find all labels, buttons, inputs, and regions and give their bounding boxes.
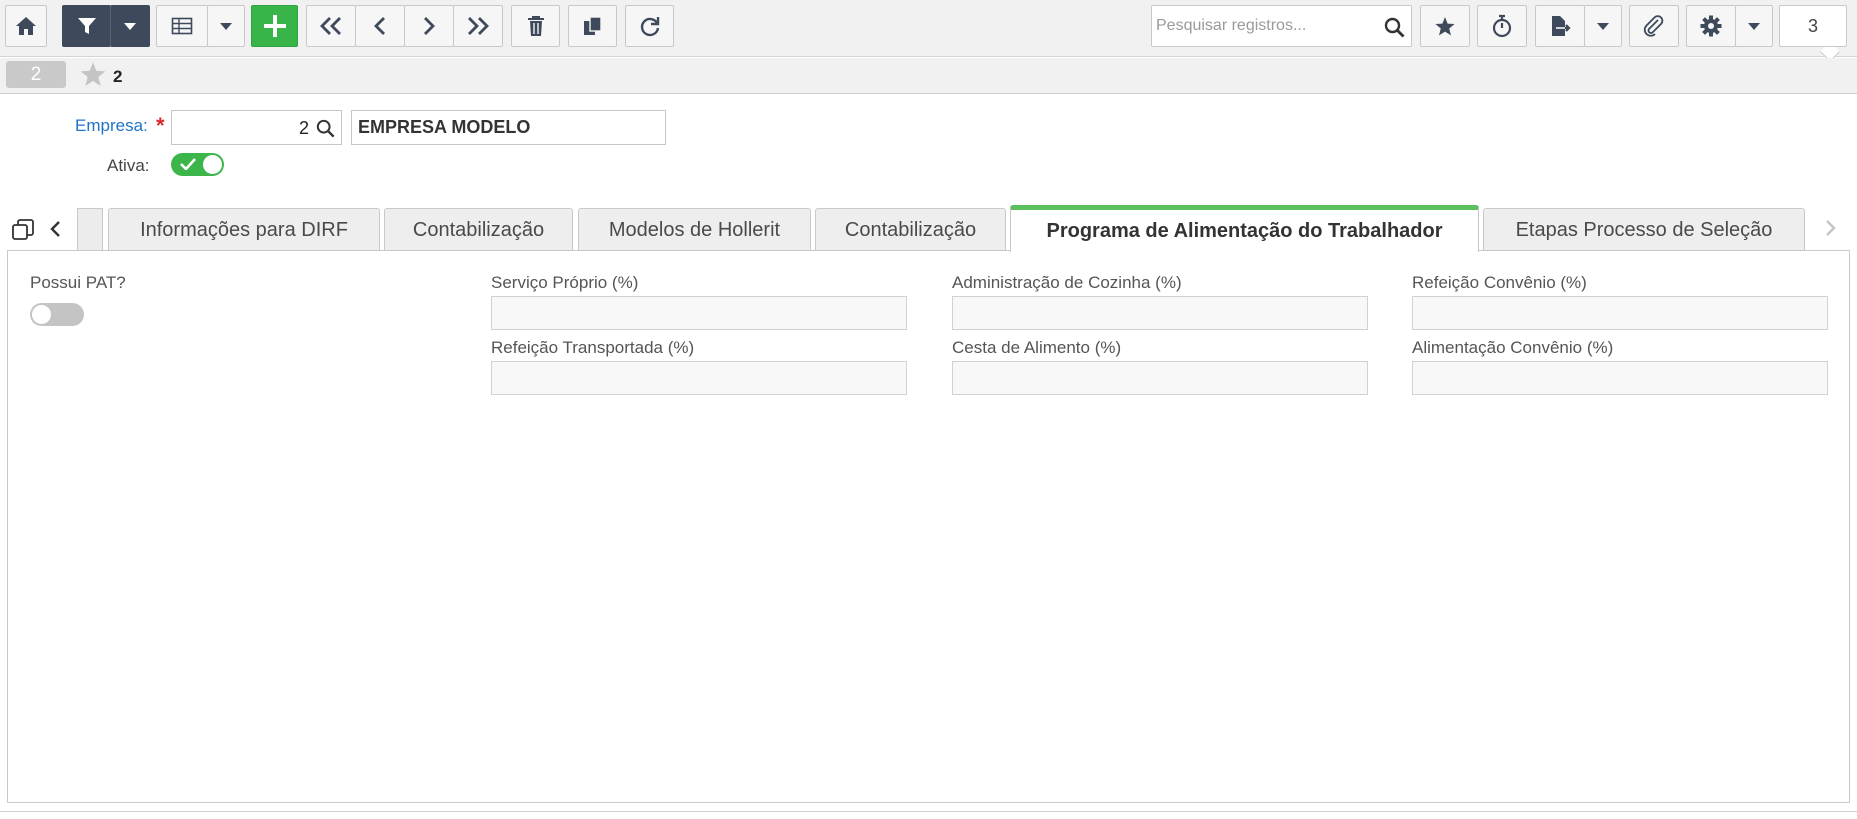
- cesta-alimento-input[interactable]: [952, 361, 1368, 395]
- tab-bar: Informações para DIRF Contabilização Mod…: [0, 205, 1857, 252]
- refeicao-convenio-input[interactable]: [1412, 296, 1828, 330]
- tab-etapas-processo-selecao[interactable]: Etapas Processo de Seleção: [1483, 208, 1805, 251]
- copy-button[interactable]: [568, 5, 617, 47]
- paperclip-icon: [1643, 15, 1664, 37]
- ativa-toggle[interactable]: [171, 153, 224, 176]
- administracao-cozinha-input[interactable]: [952, 296, 1368, 330]
- alimentacao-convenio-input[interactable]: [1412, 361, 1828, 395]
- caret-down-icon: [1748, 22, 1760, 30]
- first-record-button[interactable]: [306, 5, 356, 47]
- chevron-right-icon: [424, 17, 435, 35]
- filter-button[interactable]: [62, 5, 111, 47]
- plus-icon: [263, 15, 286, 37]
- record-strip: 2 2: [0, 58, 1857, 94]
- possui-pat-toggle[interactable]: [30, 303, 84, 326]
- chevron-right-icon[interactable]: [1825, 219, 1837, 237]
- star-icon[interactable]: [79, 61, 107, 88]
- delete-button[interactable]: [511, 5, 560, 47]
- toggle-knob: [32, 305, 51, 324]
- copy-icon: [583, 16, 602, 35]
- duplicate-tabs-icon[interactable]: [11, 218, 35, 242]
- toggle-knob: [203, 155, 222, 174]
- file-export-icon: [1552, 16, 1571, 36]
- timer-button[interactable]: [1477, 5, 1527, 47]
- notification-count[interactable]: 3: [1779, 5, 1847, 47]
- search-icon[interactable]: [316, 119, 335, 138]
- settings-button[interactable]: [1686, 5, 1736, 47]
- possui-pat-label: Possui PAT?: [30, 273, 126, 292]
- chevron-left-icon[interactable]: [49, 220, 61, 238]
- pat-panel: Possui PAT? Serviço Próprio (%) Administ…: [7, 250, 1850, 803]
- stopwatch-icon: [1492, 14, 1512, 38]
- empresa-name-field: EMPRESA MODELO: [351, 110, 666, 145]
- last-record-button[interactable]: [453, 5, 503, 47]
- search-icon[interactable]: [1384, 17, 1405, 38]
- refeicao-transportada-label: Refeição Transportada (%): [491, 338, 695, 357]
- export-dropdown-button[interactable]: [1584, 5, 1622, 47]
- administracao-cozinha-label: Administração de Cozinha (%): [952, 273, 1182, 292]
- next-record-button[interactable]: [404, 5, 454, 47]
- refeicao-transportada-input[interactable]: [491, 361, 907, 395]
- search-input[interactable]: [1156, 14, 1376, 38]
- caret-down-icon: [124, 22, 136, 30]
- settings-dropdown-button[interactable]: [1735, 5, 1773, 47]
- previous-record-button[interactable]: [355, 5, 405, 47]
- ativa-label: Ativa:: [107, 156, 150, 175]
- caret-down-icon: [220, 22, 232, 30]
- grid-dropdown-button[interactable]: [207, 5, 245, 47]
- attachment-button[interactable]: [1629, 5, 1679, 47]
- home-icon: [16, 17, 36, 35]
- record-badge: 2: [6, 61, 66, 88]
- new-record-button[interactable]: [251, 5, 298, 47]
- double-chevron-right-icon: [468, 17, 489, 35]
- tab-contabilizacao-2[interactable]: Contabilização: [815, 208, 1006, 251]
- check-icon: [180, 158, 196, 170]
- filter-icon: [77, 18, 96, 34]
- refeicao-convenio-label: Refeição Convênio (%): [1412, 273, 1587, 292]
- refresh-icon: [640, 17, 659, 37]
- cesta-alimento-label: Cesta de Alimento (%): [952, 338, 1122, 357]
- servico-proprio-label: Serviço Próprio (%): [491, 273, 639, 292]
- bottom-divider: [0, 811, 1857, 812]
- main-toolbar: 3: [0, 0, 1857, 62]
- trash-icon: [527, 16, 544, 36]
- star-icon: [1435, 16, 1455, 35]
- favorites-button[interactable]: [1420, 5, 1470, 47]
- home-button[interactable]: [5, 5, 47, 47]
- grid-icon: [171, 17, 193, 35]
- filter-dropdown-button[interactable]: [110, 5, 150, 47]
- tab-contabilizacao[interactable]: Contabilização: [384, 208, 573, 251]
- grid-view-button[interactable]: [156, 5, 208, 47]
- chevron-left-icon: [374, 17, 385, 35]
- required-indicator: *: [156, 113, 165, 138]
- refresh-button[interactable]: [625, 5, 674, 47]
- tab-modelos-hollerit[interactable]: Modelos de Hollerit: [578, 208, 811, 251]
- gear-icon: [1700, 15, 1722, 37]
- empresa-label[interactable]: Empresa:: [75, 116, 148, 136]
- empresa-code-value: 2: [298, 118, 309, 138]
- export-button[interactable]: [1535, 5, 1585, 47]
- servico-proprio-input[interactable]: [491, 296, 907, 330]
- alimentacao-convenio-label: Alimentação Convênio (%): [1412, 338, 1614, 357]
- caret-down-icon: [1597, 22, 1609, 30]
- empresa-code-field[interactable]: 2: [171, 110, 342, 145]
- double-chevron-left-icon: [320, 17, 341, 35]
- tab-programa-alimentacao[interactable]: Programa de Alimentação do Trabalhador: [1010, 205, 1479, 252]
- tab-partial[interactable]: [77, 208, 103, 251]
- favorite-number: 2: [113, 67, 123, 86]
- search-box: [1151, 5, 1412, 47]
- tab-informacoes-dirf[interactable]: Informações para DIRF: [108, 208, 380, 251]
